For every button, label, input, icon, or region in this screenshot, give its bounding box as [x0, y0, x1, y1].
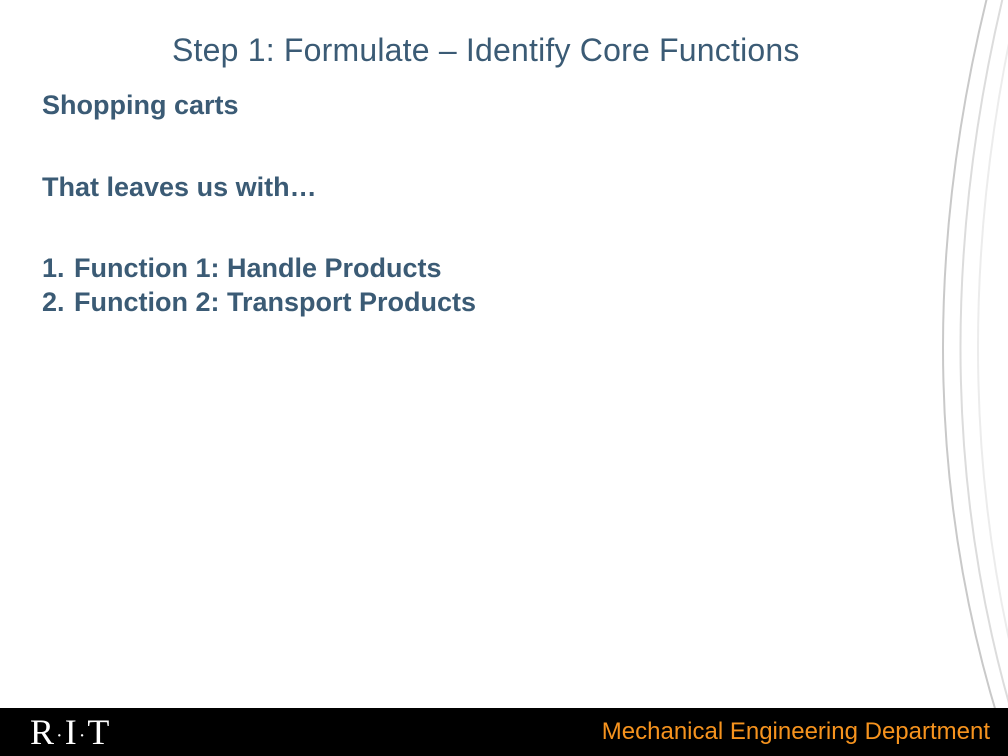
function-list: 1. Function 1: Handle Products 2. Functi… — [42, 252, 476, 320]
slide-lead-text: That leaves us with… — [42, 172, 317, 203]
slide-title: Step 1: Formulate – Identify Core Functi… — [172, 32, 800, 69]
logo-dot-icon: · — [78, 725, 88, 747]
list-item-number: 1. — [42, 252, 74, 286]
rit-logo: R·I·T — [30, 711, 110, 753]
logo-dot-icon: · — [55, 725, 65, 747]
list-item-text: Function 1: Handle Products — [74, 252, 442, 286]
logo-letter-t: T — [87, 712, 110, 752]
slide-subtitle: Shopping carts — [42, 90, 239, 121]
logo-letter-i: I — [65, 712, 78, 752]
slide: Step 1: Formulate – Identify Core Functi… — [0, 0, 1008, 756]
department-label: Mechanical Engineering Department — [602, 718, 990, 746]
list-item-number: 2. — [42, 286, 74, 320]
logo-letter-r: R — [30, 712, 55, 752]
corner-curve-decoration — [848, 0, 1008, 756]
list-item: 1. Function 1: Handle Products — [42, 252, 476, 286]
footer-bar: R·I·T Mechanical Engineering Department — [0, 708, 1008, 756]
list-item: 2. Function 2: Transport Products — [42, 286, 476, 320]
list-item-text: Function 2: Transport Products — [74, 286, 476, 320]
